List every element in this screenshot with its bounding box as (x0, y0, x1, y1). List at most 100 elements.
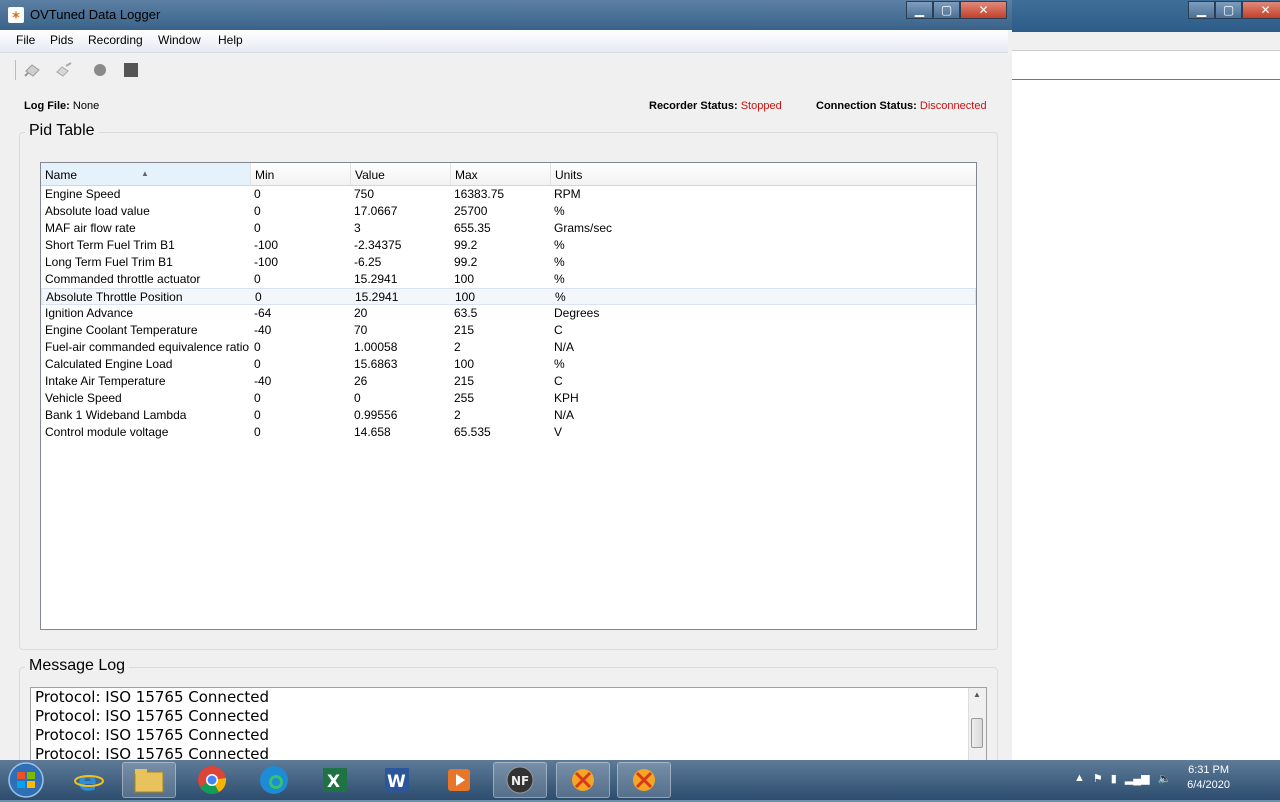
cell-max: 100 (455, 290, 476, 304)
log-line: Protocol: ISO 15765 Connected (35, 726, 270, 744)
table-row[interactable]: Short Term Fuel Trim B1 -100 -2.34375 99.2% (41, 237, 976, 254)
media-player-icon[interactable] (432, 762, 486, 798)
bg-maximize-button[interactable]: ▢ (1215, 1, 1242, 19)
volume-icon[interactable]: 🔈 (1158, 772, 1172, 785)
pid-table-header: ▲ Name Min Value Max Units (41, 163, 976, 186)
cell-min: -100 (254, 238, 279, 252)
table-row[interactable]: Absolute Throttle Position 0 15.2941 100% (41, 288, 976, 305)
cell-name: Absolute Throttle Position (46, 290, 183, 304)
cell-name: Short Term Fuel Trim B1 (45, 238, 175, 252)
minimize-button[interactable]: ▁ (906, 1, 933, 19)
cell-name: Calculated Engine Load (45, 357, 173, 371)
nf-app-icon[interactable]: NF (493, 762, 547, 798)
recorder-status: Recorder Status: Stopped (649, 100, 782, 112)
close-button[interactable]: ✕ (960, 1, 1007, 19)
table-row[interactable]: Engine Speed 0 750 16383.75 RPM (41, 186, 976, 203)
stop-icon[interactable] (120, 59, 142, 81)
cell-units: N/A (554, 408, 575, 422)
cell-min: -40 (254, 374, 272, 388)
pid-table[interactable]: ▲ Name Min Value Max Units Engine Speed 0… (40, 162, 977, 630)
column-header-min[interactable]: Min (251, 163, 351, 185)
cell-max: 655.35 (454, 221, 491, 235)
start-button[interactable] (4, 761, 52, 799)
table-row[interactable]: Intake Air Temperature -40 26 215 C (41, 373, 976, 390)
cell-value: 17.0667 (354, 204, 398, 218)
cell-name: Bank 1 Wideband Lambda (45, 408, 187, 422)
clock[interactable]: 6:31 PM 6/4/2020 (1187, 764, 1230, 791)
cell-min: -64 (254, 306, 272, 320)
cell-units: % (554, 255, 565, 269)
message-log-scrollbar[interactable]: ▲ (968, 688, 986, 761)
word-icon[interactable]: W (370, 762, 424, 798)
file-explorer-icon[interactable] (122, 762, 176, 798)
log-file-status: Log File: None (24, 100, 99, 112)
internet-explorer-icon[interactable]: e (62, 762, 116, 798)
signal-icon[interactable]: ▂▄▆ (1125, 772, 1150, 785)
column-header-units[interactable]: Units (551, 163, 976, 185)
column-header-name[interactable]: ▲ Name (41, 163, 251, 185)
cell-name: Long Term Fuel Trim B1 (45, 255, 173, 269)
table-row[interactable]: MAF air flow rate 0 3 655.35 Grams/sec (41, 220, 976, 237)
menu-window[interactable]: Window (158, 33, 201, 47)
connect-icon[interactable] (22, 59, 44, 81)
log-file-value: None (72, 100, 100, 112)
table-row[interactable]: Control module voltage 0 14.658 65.535 V (41, 424, 976, 441)
cell-units: KPH (554, 391, 579, 405)
disconnect-icon[interactable] (53, 59, 75, 81)
battery-icon[interactable]: ▮ (1111, 772, 1117, 785)
cell-max: 99.2 (454, 255, 478, 269)
message-log[interactable]: Protocol: ISO 15765 Connected Protocol: I… (30, 687, 987, 762)
ovtuned-app-icon[interactable] (556, 762, 610, 798)
cell-max: 255 (454, 391, 475, 405)
app-logo-icon: ✶ (8, 7, 24, 23)
svg-text:NF: NF (511, 774, 529, 788)
cell-units: % (554, 204, 565, 218)
table-row[interactable]: Ignition Advance -64 20 63.5 Degrees (41, 305, 976, 322)
table-row[interactable]: Bank 1 Wideband Lambda 0 0.99556 2 N/A (41, 407, 976, 424)
excel-icon[interactable]: X (308, 762, 362, 798)
cell-name: Absolute load value (45, 204, 150, 218)
cell-min: 0 (255, 290, 262, 304)
menu-file[interactable]: File (16, 33, 35, 47)
column-header-max[interactable]: Max (451, 163, 551, 185)
cell-min: 0 (254, 221, 261, 235)
edge-icon[interactable] (247, 762, 301, 798)
table-row[interactable]: Calculated Engine Load 0 15.6863 100% (41, 356, 976, 373)
cell-value: 0 (354, 391, 361, 405)
cell-value: 3 (354, 221, 361, 235)
table-row[interactable]: Absolute load value 0 17.0667 25700% (41, 203, 976, 220)
table-row[interactable]: Long Term Fuel Trim B1 -100 -6.25 99.2% (41, 254, 976, 271)
scroll-thumb[interactable] (971, 718, 983, 748)
chrome-icon[interactable] (185, 762, 239, 798)
toolbar (0, 53, 1008, 86)
scroll-up-icon[interactable]: ▲ (973, 690, 981, 699)
background-window-menubar (1012, 32, 1280, 51)
cell-max: 65.535 (454, 425, 491, 439)
window-title: OVTuned Data Logger (30, 7, 161, 22)
record-icon[interactable] (89, 59, 111, 81)
menu-bar: File Pids Recording Window Help (0, 30, 1008, 53)
menu-help[interactable]: Help (218, 33, 243, 47)
column-header-value[interactable]: Value (351, 163, 451, 185)
toolbar-grip (15, 60, 16, 80)
background-window-toolbar (1012, 51, 1280, 80)
show-hidden-icons-icon[interactable]: ▲ (1074, 772, 1085, 785)
clock-time: 6:31 PM (1188, 764, 1230, 776)
table-row[interactable]: Commanded throttle actuator 0 15.2941 100% (41, 271, 976, 288)
bg-minimize-button[interactable]: ▁ (1188, 1, 1215, 19)
table-row[interactable]: Vehicle Speed 0 0 255 KPH (41, 390, 976, 407)
cell-value: 20 (354, 306, 368, 320)
action-center-flag-icon[interactable]: ⚑ (1093, 772, 1103, 785)
bg-close-button[interactable]: ✕ (1242, 1, 1280, 19)
ovtuned-app-icon-2[interactable] (617, 762, 671, 798)
message-log-lines: Protocol: ISO 15765 Connected Protocol: I… (31, 688, 986, 761)
menu-pids[interactable]: Pids (50, 33, 73, 47)
table-row[interactable]: Fuel-air commanded equivalence ratio 0 1.0… (41, 339, 976, 356)
menu-recording[interactable]: Recording (88, 33, 143, 47)
cell-min: 0 (254, 340, 261, 354)
cell-name: Vehicle Speed (45, 391, 122, 405)
maximize-button[interactable]: ▢ (933, 1, 960, 19)
table-row[interactable]: Engine Coolant Temperature -40 70 215 C (41, 322, 976, 339)
cell-value: 15.2941 (355, 290, 399, 304)
cell-units: RPM (554, 187, 581, 201)
